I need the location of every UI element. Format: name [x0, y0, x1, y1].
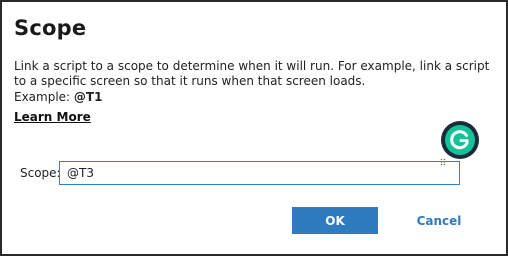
learn-more-link[interactable]: Learn More — [14, 110, 91, 124]
dialog-title: Scope — [14, 16, 87, 40]
grammarly-icon[interactable] — [440, 120, 480, 160]
cancel-button[interactable]: Cancel — [408, 207, 470, 234]
scope-dialog: Scope Link a script to a scope to determ… — [0, 0, 508, 256]
scope-input[interactable] — [59, 161, 460, 185]
drag-handle-icon[interactable] — [440, 151, 446, 166]
example-prefix: Example: — [14, 90, 74, 104]
example-line: Example: @T1 — [14, 90, 102, 104]
example-value: @T1 — [73, 90, 103, 104]
scope-label: Scope: — [20, 166, 61, 180]
ok-button[interactable]: OK — [292, 207, 378, 234]
dialog-description: Link a script to a scope to determine wh… — [14, 59, 490, 88]
